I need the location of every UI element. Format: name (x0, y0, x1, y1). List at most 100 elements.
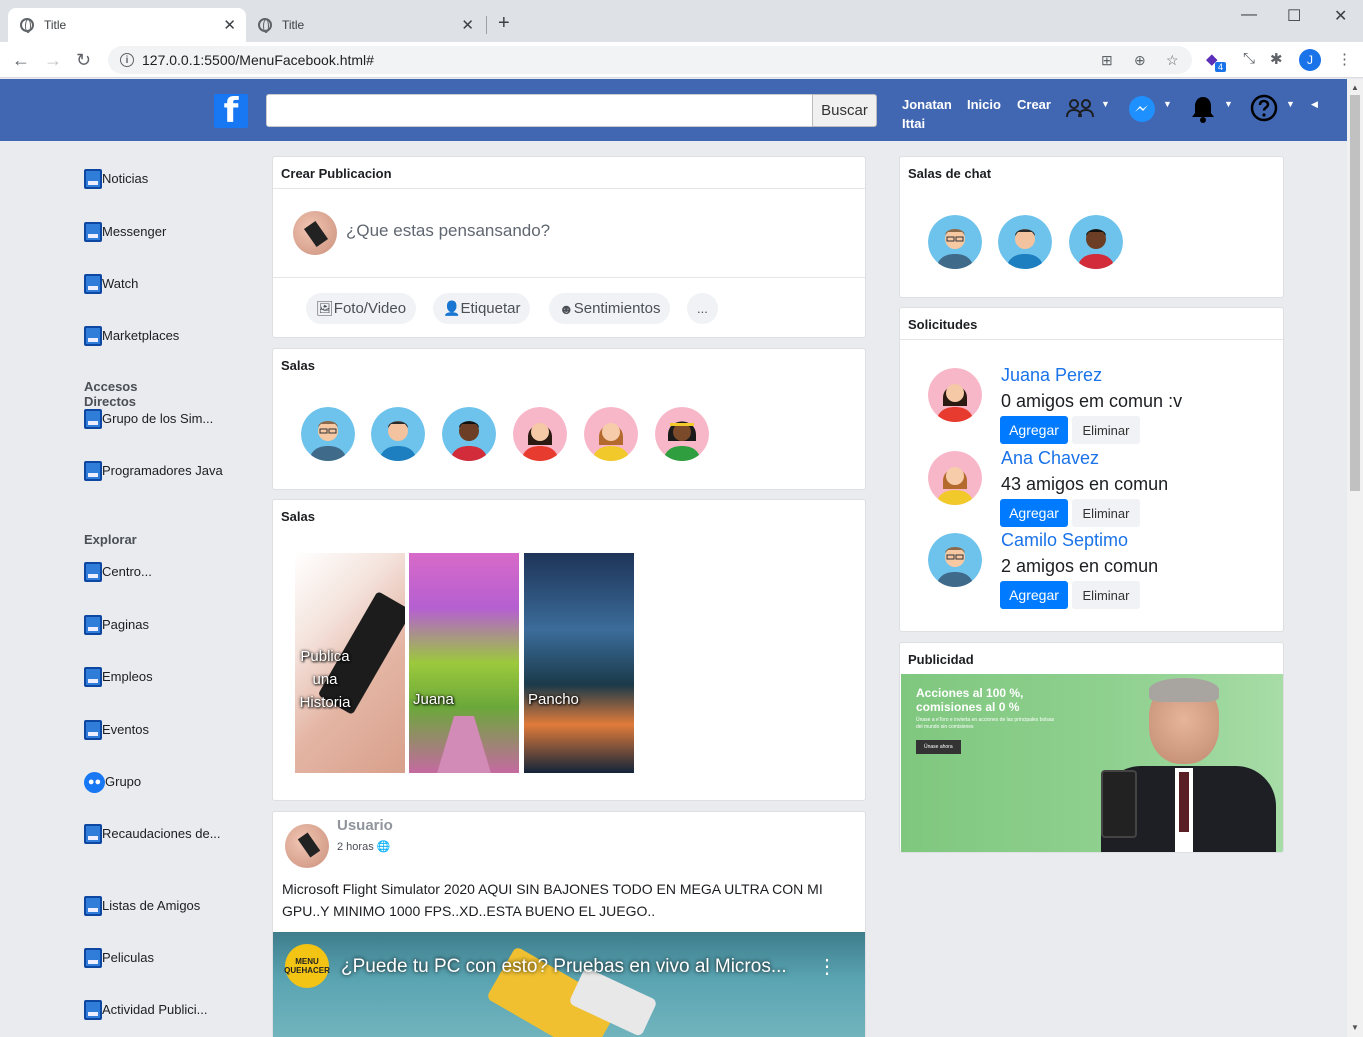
room-avatar[interactable] (442, 407, 496, 461)
add-friend-button[interactable]: Agregar (1000, 416, 1068, 444)
post-composer-input[interactable]: ¿Que estas pensansando? (346, 221, 550, 241)
add-friend-button[interactable]: Agregar (1000, 499, 1068, 527)
request-avatar[interactable] (928, 451, 982, 505)
post-author[interactable]: Usuario (337, 817, 393, 834)
sidebar-item-label: Empleos (102, 669, 153, 684)
ad-banner[interactable]: Acciones al 100 %, comisiones al 0 % Úna… (901, 674, 1283, 852)
browser-tab[interactable]: Title ✕ (246, 8, 484, 42)
request-name[interactable]: Ana Chavez (1001, 448, 1099, 469)
close-tab-icon[interactable]: ✕ (461, 16, 474, 34)
room-avatar[interactable] (301, 407, 355, 461)
tab-title: Title (44, 18, 67, 32)
close-tab-icon[interactable]: ✕ (223, 16, 236, 34)
friends-icon[interactable] (1066, 97, 1094, 119)
request-name[interactable]: Juana Perez (1001, 365, 1102, 386)
search-button[interactable]: Buscar (812, 94, 877, 127)
story-label: Publica una Historia (299, 648, 351, 711)
maximize-icon[interactable]: ☐ (1287, 6, 1301, 26)
add-friend-button[interactable]: Agregar (1000, 581, 1068, 609)
chevron-down-icon[interactable]: ▼ (1163, 99, 1172, 109)
messenger-icon[interactable] (1128, 95, 1156, 123)
puzzle-icon[interactable]: ✱ (1270, 50, 1283, 68)
bookmark-star-icon[interactable]: ☆ (1166, 52, 1179, 69)
video-title[interactable]: ¿Puede tu PC con esto? Pruebas en vivo a… (341, 956, 787, 978)
sidebar-item-explore[interactable]: ●● Grupo (84, 772, 234, 793)
post-author-avatar[interactable] (285, 824, 329, 868)
story-item[interactable]: Juana (409, 553, 519, 773)
profile-link[interactable]: Jonatan Ittai (902, 95, 952, 133)
feelings-button[interactable]: ☻ Sentimientos (549, 293, 671, 324)
room-avatar[interactable] (513, 407, 567, 461)
chevron-down-icon[interactable]: ▼ (1101, 99, 1110, 109)
minimize-icon[interactable]: — (1241, 6, 1257, 24)
back-icon[interactable]: ← (12, 50, 30, 71)
info-icon[interactable]: i (120, 53, 134, 67)
zoom-icon[interactable]: ⊕ (1134, 52, 1146, 69)
video-menu-icon[interactable]: ⋮ (817, 954, 837, 979)
forward-icon[interactable]: → (44, 50, 62, 71)
tag-button[interactable]: 👤 Etiquetar (433, 293, 531, 324)
reload-icon[interactable]: ↻ (76, 50, 91, 71)
facebook-logo-icon[interactable]: f (214, 94, 248, 128)
chevron-down-icon[interactable]: ▼ (1224, 99, 1233, 109)
sidebar-item-shortcut[interactable]: Grupo de los Sim... (84, 409, 234, 429)
help-icon[interactable] (1250, 94, 1278, 122)
sidebar-item-explore[interactable]: Empleos (84, 667, 234, 687)
video-embed[interactable]: MENU QUEHACER ¿Puede tu PC con esto? Pru… (273, 932, 865, 1037)
story-create[interactable]: Publica una Historia (295, 553, 405, 773)
scroll-up-icon[interactable]: ▲ (1351, 83, 1359, 92)
request-avatar[interactable] (928, 533, 982, 587)
ad-cta-button[interactable]: Únase ahora (916, 740, 961, 754)
chevron-down-icon[interactable]: ▼ (1286, 99, 1295, 109)
sidebar-item-explore[interactable]: Peliculas (84, 948, 234, 968)
chat-avatar[interactable] (1069, 215, 1123, 269)
create-link[interactable]: Crear (1017, 95, 1051, 114)
page-scrollbar[interactable]: ▲ ▼ (1347, 79, 1363, 1037)
sidebar-item-explore[interactable]: Centro... (84, 562, 234, 582)
search-input[interactable] (266, 94, 813, 127)
home-link[interactable]: Inicio (967, 95, 1001, 114)
room-avatar[interactable] (371, 407, 425, 461)
bell-icon[interactable] (1190, 95, 1216, 123)
globe-icon: 🌐 (376, 841, 391, 853)
scroll-thumb[interactable] (1350, 95, 1360, 491)
tab-title: Title (282, 18, 305, 32)
sidebar-item-messenger[interactable]: Messenger (84, 222, 234, 242)
channel-badge[interactable]: MENU QUEHACER (284, 944, 330, 988)
sidebar-item-shortcut[interactable]: Programadores Java (84, 461, 224, 481)
more-button[interactable]: ... (687, 293, 718, 324)
room-avatar[interactable] (655, 407, 709, 461)
profile-avatar[interactable]: J (1299, 49, 1321, 71)
sidebar-item-explore[interactable]: Recaudaciones de... (84, 824, 224, 844)
sidebar-item-noticias[interactable]: Noticias (84, 169, 234, 189)
address-bar[interactable]: i 127.0.0.1:5500/MenuFacebook.html# ⊞ ⊕ … (108, 46, 1192, 74)
request-avatar[interactable] (928, 368, 982, 422)
story-item[interactable]: Pancho (524, 553, 634, 773)
remove-request-button[interactable]: Eliminar (1072, 581, 1140, 609)
sidebar-item-explore[interactable]: Eventos (84, 720, 234, 740)
sidebar-item-marketplaces[interactable]: Marketplaces (84, 326, 234, 346)
browser-tab-active[interactable]: Title ✕ (8, 8, 246, 42)
photo-video-button[interactable]: 🖼 Foto/Video (306, 293, 417, 324)
remove-request-button[interactable]: Eliminar (1072, 416, 1140, 444)
request-name[interactable]: Camilo Septimo (1001, 530, 1128, 551)
new-tab-icon[interactable]: + (498, 12, 510, 35)
close-window-icon[interactable]: ✕ (1334, 6, 1347, 26)
chat-avatar[interactable] (928, 215, 982, 269)
remove-request-button[interactable]: Eliminar (1072, 499, 1140, 527)
url-text: 127.0.0.1:5500/MenuFacebook.html# (142, 52, 374, 68)
shortcuts-heading: Accesos Directos (84, 379, 138, 409)
chevron-left-icon[interactable]: ◀ (1311, 99, 1318, 110)
group-icon: ●● (84, 772, 105, 793)
sidebar-item-explore[interactable]: Actividad Publici... (84, 1000, 234, 1020)
translate-icon[interactable]: ⊞ (1101, 52, 1113, 69)
room-avatar[interactable] (584, 407, 638, 461)
sidebar-item-explore[interactable]: Paginas (84, 615, 234, 635)
post-time: 2 horas 🌐 (337, 840, 390, 853)
menu-dots-icon[interactable]: ⋮ (1337, 50, 1352, 68)
extension-tool-icon[interactable]: ⤡ (1243, 50, 1255, 67)
sidebar-item-watch[interactable]: Watch (84, 274, 234, 294)
sidebar-item-explore[interactable]: Listas de Amigos (84, 896, 234, 916)
scroll-down-icon[interactable]: ▼ (1351, 1023, 1359, 1032)
chat-avatar[interactable] (998, 215, 1052, 269)
